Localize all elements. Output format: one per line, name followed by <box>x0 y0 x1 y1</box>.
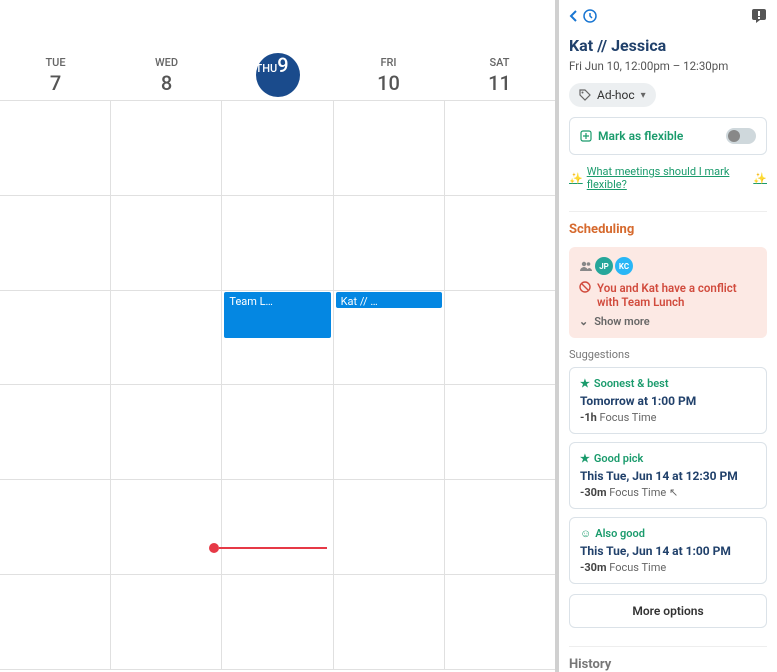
back-icon[interactable] <box>569 10 579 22</box>
suggestion-title: This Tue, Jun 14 at 12:30 PM <box>580 469 756 483</box>
smile-icon: ☺ <box>580 527 591 540</box>
suggestion-card[interactable]: ★Soonest & best Tomorrow at 1:00 PM -1h … <box>569 367 767 434</box>
day-col-wed[interactable]: WED8 <box>111 50 222 100</box>
conflict-box: JP KC You and Kat have a conflict with T… <box>569 247 767 338</box>
cursor-icon: ↖ <box>669 486 678 499</box>
mark-flexible-row[interactable]: Mark as flexible <box>569 117 767 155</box>
suggestion-title: Tomorrow at 1:00 PM <box>580 394 756 408</box>
feedback-icon[interactable] <box>751 8 767 24</box>
sparkle-icon: ✨ <box>569 172 583 185</box>
chevron-down-icon: ▾ <box>641 90 646 101</box>
star-icon: ★ <box>580 452 590 465</box>
event-time: Fri Jun 10, 12:00pm – 12:30pm <box>569 59 767 73</box>
details-panel: Kat // Jessica Fri Jun 10, 12:00pm – 12:… <box>559 0 777 672</box>
conflict-message: You and Kat have a conflict with Team Lu… <box>597 281 757 309</box>
chevron-down-icon: ⌄ <box>579 315 588 328</box>
tag-chip[interactable]: Ad-hoc ▾ <box>569 83 656 107</box>
event-kat-jessica[interactable]: Kat // … <box>336 292 442 308</box>
flexible-toggle[interactable] <box>726 128 756 144</box>
suggestion-title: This Tue, Jun 14 at 1:00 PM <box>580 544 756 558</box>
day-col-sat[interactable]: SAT11 <box>444 50 555 100</box>
flex-icon <box>580 130 592 142</box>
star-icon: ★ <box>580 377 590 390</box>
people-icon <box>579 260 593 272</box>
flexible-hint-link[interactable]: ✨ What meetings should I mark flexible? … <box>569 165 767 191</box>
suggestion-card[interactable]: ★Good pick This Tue, Jun 14 at 12:30 PM … <box>569 442 767 509</box>
calendar-view[interactable]: TUE7 WED8 THU9 FRI10 SAT11 Team L… Kat /… <box>0 0 559 672</box>
tag-icon <box>579 89 591 101</box>
avatar-kc[interactable]: KC <box>615 257 633 275</box>
scheduling-header: Scheduling <box>569 211 767 237</box>
tag-label: Ad-hoc <box>597 88 635 102</box>
day-col-tue[interactable]: TUE7 <box>0 50 111 100</box>
sparkle-icon: ✨ <box>753 172 767 185</box>
no-entry-icon <box>579 281 591 309</box>
suggestions-label: Suggestions <box>569 348 767 361</box>
clock-icon <box>583 9 597 23</box>
history-header: History <box>569 646 767 672</box>
show-more-button[interactable]: ⌄ Show more <box>579 315 757 328</box>
suggestion-card[interactable]: ☺Also good This Tue, Jun 14 at 1:00 PM -… <box>569 517 767 584</box>
calendar-header: TUE7 WED8 THU9 FRI10 SAT11 <box>0 50 555 100</box>
day-col-thu[interactable]: THU9 <box>222 50 333 100</box>
event-title: Kat // Jessica <box>569 36 767 55</box>
event-team-lunch[interactable]: Team L… <box>224 292 330 338</box>
mark-flexible-label: Mark as flexible <box>598 129 683 143</box>
avatar-jp[interactable]: JP <box>595 257 613 275</box>
calendar-grid[interactable]: Team L… Kat // … <box>0 100 555 672</box>
more-options-button[interactable]: More options <box>569 594 767 628</box>
day-col-fri[interactable]: FRI10 <box>333 50 444 100</box>
